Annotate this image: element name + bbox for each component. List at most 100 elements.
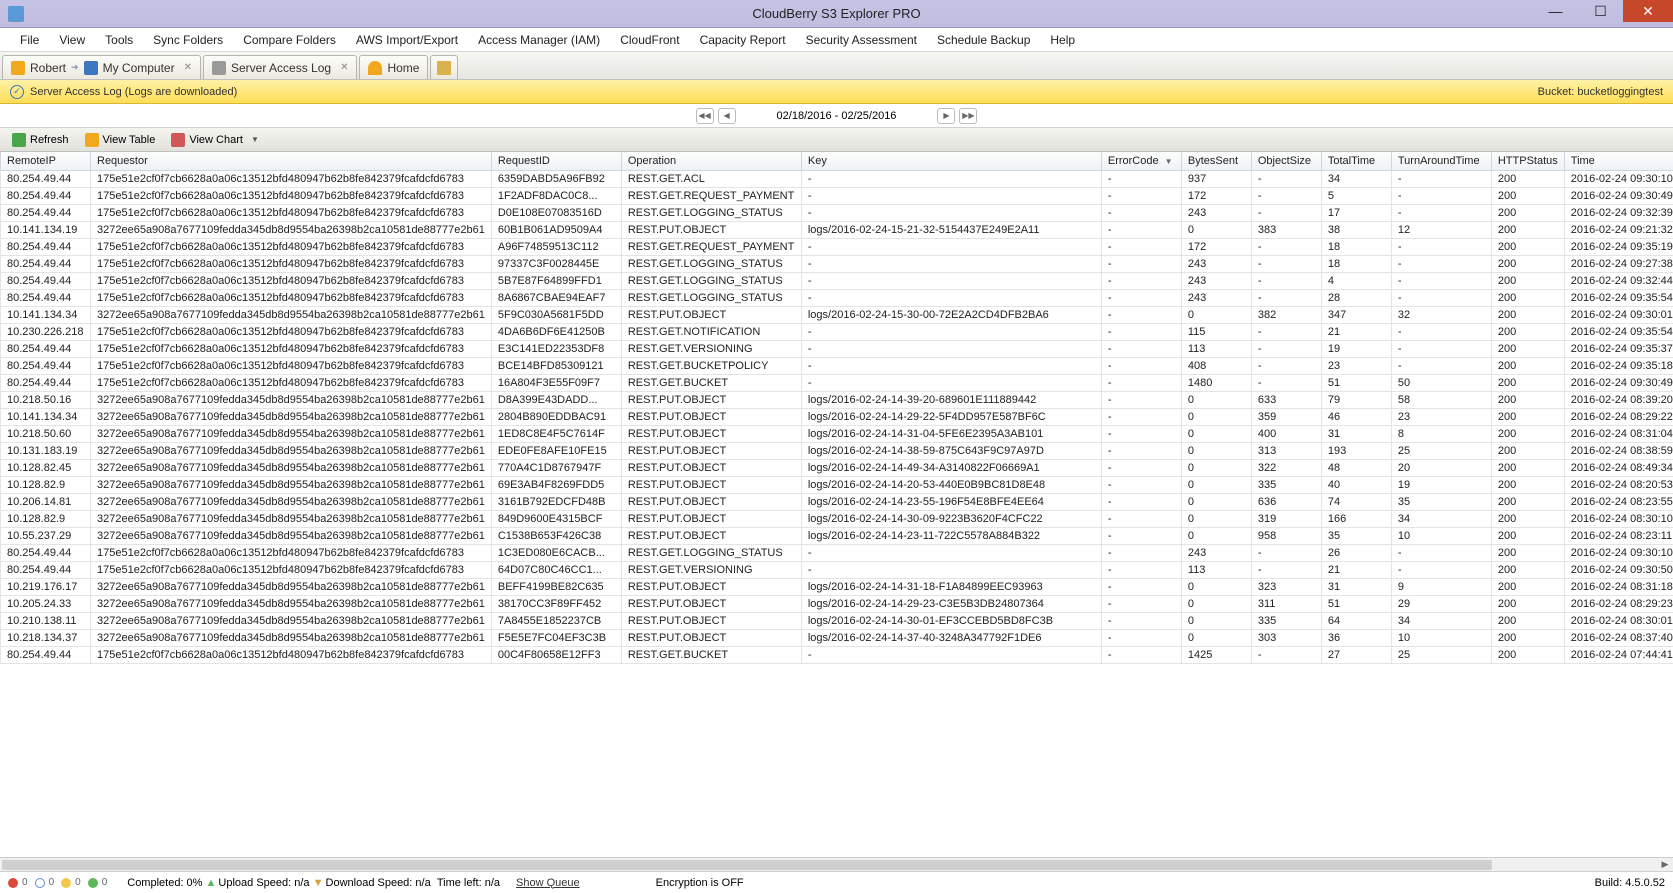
close-button[interactable]: ✕	[1623, 0, 1673, 22]
close-icon[interactable]: ✕	[340, 62, 348, 73]
table-row[interactable]: 80.254.49.44175e51e2cf0f7cb6628a0a06c135…	[1, 205, 1673, 222]
scrollbar-thumb[interactable]	[2, 860, 1492, 870]
minimize-button[interactable]: —	[1533, 0, 1578, 22]
table-cell: 2016-02-24 07:44:41	[1564, 647, 1673, 664]
table-cell: -	[1391, 205, 1491, 222]
table-row[interactable]: 10.55.237.293272ee65a908a7677109fedda345…	[1, 528, 1673, 545]
table-row[interactable]: 10.218.50.603272ee65a908a7677109fedda345…	[1, 426, 1673, 443]
table-cell: 400	[1251, 426, 1321, 443]
table-row[interactable]: 80.254.49.44175e51e2cf0f7cb6628a0a06c135…	[1, 188, 1673, 205]
next-button[interactable]: ▶	[937, 108, 955, 124]
table-cell: -	[1101, 528, 1181, 545]
table-cell: 10.141.134.19	[1, 222, 91, 239]
prev-button[interactable]: ◀	[718, 108, 736, 124]
menu-access-manager-iam-[interactable]: Access Manager (IAM)	[468, 29, 610, 51]
refresh-button[interactable]: Refresh	[6, 131, 75, 149]
table-row[interactable]: 80.254.49.44175e51e2cf0f7cb6628a0a06c135…	[1, 545, 1673, 562]
table-row[interactable]: 10.205.24.333272ee65a908a7677109fedda345…	[1, 596, 1673, 613]
scroll-right-icon[interactable]: ▶	[1659, 859, 1671, 871]
view-table-button[interactable]: View Table	[79, 131, 162, 149]
first-button[interactable]: ◀◀	[696, 108, 714, 124]
table-cell: BCE14BFD85309121	[491, 358, 621, 375]
table-cell: 243	[1181, 545, 1251, 562]
menu-file[interactable]: File	[10, 29, 49, 51]
tab-server-access-log[interactable]: Server Access Log ✕	[203, 55, 357, 79]
column-time[interactable]: Time	[1564, 152, 1673, 171]
column-totaltime[interactable]: TotalTime	[1321, 152, 1391, 171]
column-key[interactable]: Key	[801, 152, 1101, 171]
maximize-button[interactable]: ☐	[1578, 0, 1623, 22]
tab-robert[interactable]: Robert ➔ My Computer ✕	[2, 55, 201, 79]
table-row[interactable]: 80.254.49.44175e51e2cf0f7cb6628a0a06c135…	[1, 562, 1673, 579]
table-row[interactable]: 10.128.82.93272ee65a908a7677109fedda345d…	[1, 477, 1673, 494]
table-cell: 175e51e2cf0f7cb6628a0a06c13512bfd480947b…	[91, 375, 492, 392]
column-remoteip[interactable]: RemoteIP	[1, 152, 91, 171]
column-requestid[interactable]: RequestID	[491, 152, 621, 171]
menu-cloudfront[interactable]: CloudFront	[610, 29, 689, 51]
table-row[interactable]: 10.141.134.193272ee65a908a7677109fedda34…	[1, 222, 1673, 239]
tab-copy[interactable]	[430, 55, 458, 79]
close-icon[interactable]: ✕	[184, 62, 192, 73]
table-row[interactable]: 10.218.50.163272ee65a908a7677109fedda345…	[1, 392, 1673, 409]
table-cell: 200	[1491, 171, 1564, 188]
table-row[interactable]: 80.254.49.44175e51e2cf0f7cb6628a0a06c135…	[1, 375, 1673, 392]
column-turnaroundtime[interactable]: TurnAroundTime	[1391, 152, 1491, 171]
table-row[interactable]: 10.218.134.373272ee65a908a7677109fedda34…	[1, 630, 1673, 647]
table-row[interactable]: 80.254.49.44175e51e2cf0f7cb6628a0a06c135…	[1, 647, 1673, 664]
log-table-container[interactable]: RemoteIPRequestorRequestIDOperationKeyEr…	[0, 152, 1673, 857]
table-row[interactable]: 10.141.134.343272ee65a908a7677109fedda34…	[1, 409, 1673, 426]
table-row[interactable]: 80.254.49.44175e51e2cf0f7cb6628a0a06c135…	[1, 358, 1673, 375]
table-row[interactable]: 10.141.134.343272ee65a908a7677109fedda34…	[1, 307, 1673, 324]
status-dot-error	[8, 878, 18, 888]
table-cell: 19	[1391, 477, 1491, 494]
horizontal-scrollbar[interactable]: ▶	[0, 857, 1673, 871]
column-bytessent[interactable]: BytesSent	[1181, 152, 1251, 171]
user-icon	[11, 61, 25, 75]
table-row[interactable]: 10.206.14.813272ee65a908a7677109fedda345…	[1, 494, 1673, 511]
transfer-status: Completed: 0% Upload Speed: n/a Download…	[127, 877, 500, 889]
table-cell: C1538B653F426C38	[491, 528, 621, 545]
table-row[interactable]: 80.254.49.44175e51e2cf0f7cb6628a0a06c135…	[1, 171, 1673, 188]
view-chart-button[interactable]: View Chart ▼	[165, 131, 265, 149]
column-operation[interactable]: Operation	[621, 152, 801, 171]
menu-tools[interactable]: Tools	[95, 29, 143, 51]
column-errorcode[interactable]: ErrorCode▼	[1101, 152, 1181, 171]
column-httpstatus[interactable]: HTTPStatus	[1491, 152, 1564, 171]
menu-compare-folders[interactable]: Compare Folders	[233, 29, 346, 51]
table-row[interactable]: 10.131.183.193272ee65a908a7677109fedda34…	[1, 443, 1673, 460]
menu-view[interactable]: View	[49, 29, 95, 51]
table-cell: 2016-02-24 09:32:44	[1564, 273, 1673, 290]
table-row[interactable]: 80.254.49.44175e51e2cf0f7cb6628a0a06c135…	[1, 239, 1673, 256]
column-requestor[interactable]: Requestor	[91, 152, 492, 171]
menu-capacity-report[interactable]: Capacity Report	[690, 29, 796, 51]
table-cell: 80.254.49.44	[1, 273, 91, 290]
table-cell: D8A399E43DADD...	[491, 392, 621, 409]
table-row[interactable]: 80.254.49.44175e51e2cf0f7cb6628a0a06c135…	[1, 341, 1673, 358]
table-row[interactable]: 80.254.49.44175e51e2cf0f7cb6628a0a06c135…	[1, 273, 1673, 290]
table-cell: -	[1391, 171, 1491, 188]
table-row[interactable]: 80.254.49.44175e51e2cf0f7cb6628a0a06c135…	[1, 290, 1673, 307]
tab-home[interactable]: Home	[359, 55, 428, 79]
table-cell: -	[1251, 324, 1321, 341]
menu-aws-import-export[interactable]: AWS Import/Export	[346, 29, 468, 51]
table-row[interactable]: 10.219.176.173272ee65a908a7677109fedda34…	[1, 579, 1673, 596]
table-row[interactable]: 10.128.82.93272ee65a908a7677109fedda345d…	[1, 511, 1673, 528]
table-cell: REST.GET.LOGGING_STATUS	[621, 273, 801, 290]
menu-schedule-backup[interactable]: Schedule Backup	[927, 29, 1040, 51]
table-row[interactable]: 10.128.82.453272ee65a908a7677109fedda345…	[1, 460, 1673, 477]
menu-sync-folders[interactable]: Sync Folders	[143, 29, 233, 51]
dropdown-icon: ▼	[251, 135, 259, 144]
table-row[interactable]: 10.230.226.218175e51e2cf0f7cb6628a0a06c1…	[1, 324, 1673, 341]
menu-help[interactable]: Help	[1040, 29, 1085, 51]
table-cell: REST.PUT.OBJECT	[621, 307, 801, 324]
table-row[interactable]: 80.254.49.44175e51e2cf0f7cb6628a0a06c135…	[1, 256, 1673, 273]
table-row[interactable]: 10.210.138.113272ee65a908a7677109fedda34…	[1, 613, 1673, 630]
table-cell: 0	[1181, 596, 1251, 613]
column-objectsize[interactable]: ObjectSize	[1251, 152, 1321, 171]
last-button[interactable]: ▶▶	[959, 108, 977, 124]
table-cell: 3272ee65a908a7677109fedda345db8d9554ba26…	[91, 494, 492, 511]
show-queue-link[interactable]: Show Queue	[516, 877, 580, 889]
table-cell: 3272ee65a908a7677109fedda345db8d9554ba26…	[91, 596, 492, 613]
menu-security-assessment[interactable]: Security Assessment	[796, 29, 927, 51]
table-cell: 175e51e2cf0f7cb6628a0a06c13512bfd480947b…	[91, 205, 492, 222]
